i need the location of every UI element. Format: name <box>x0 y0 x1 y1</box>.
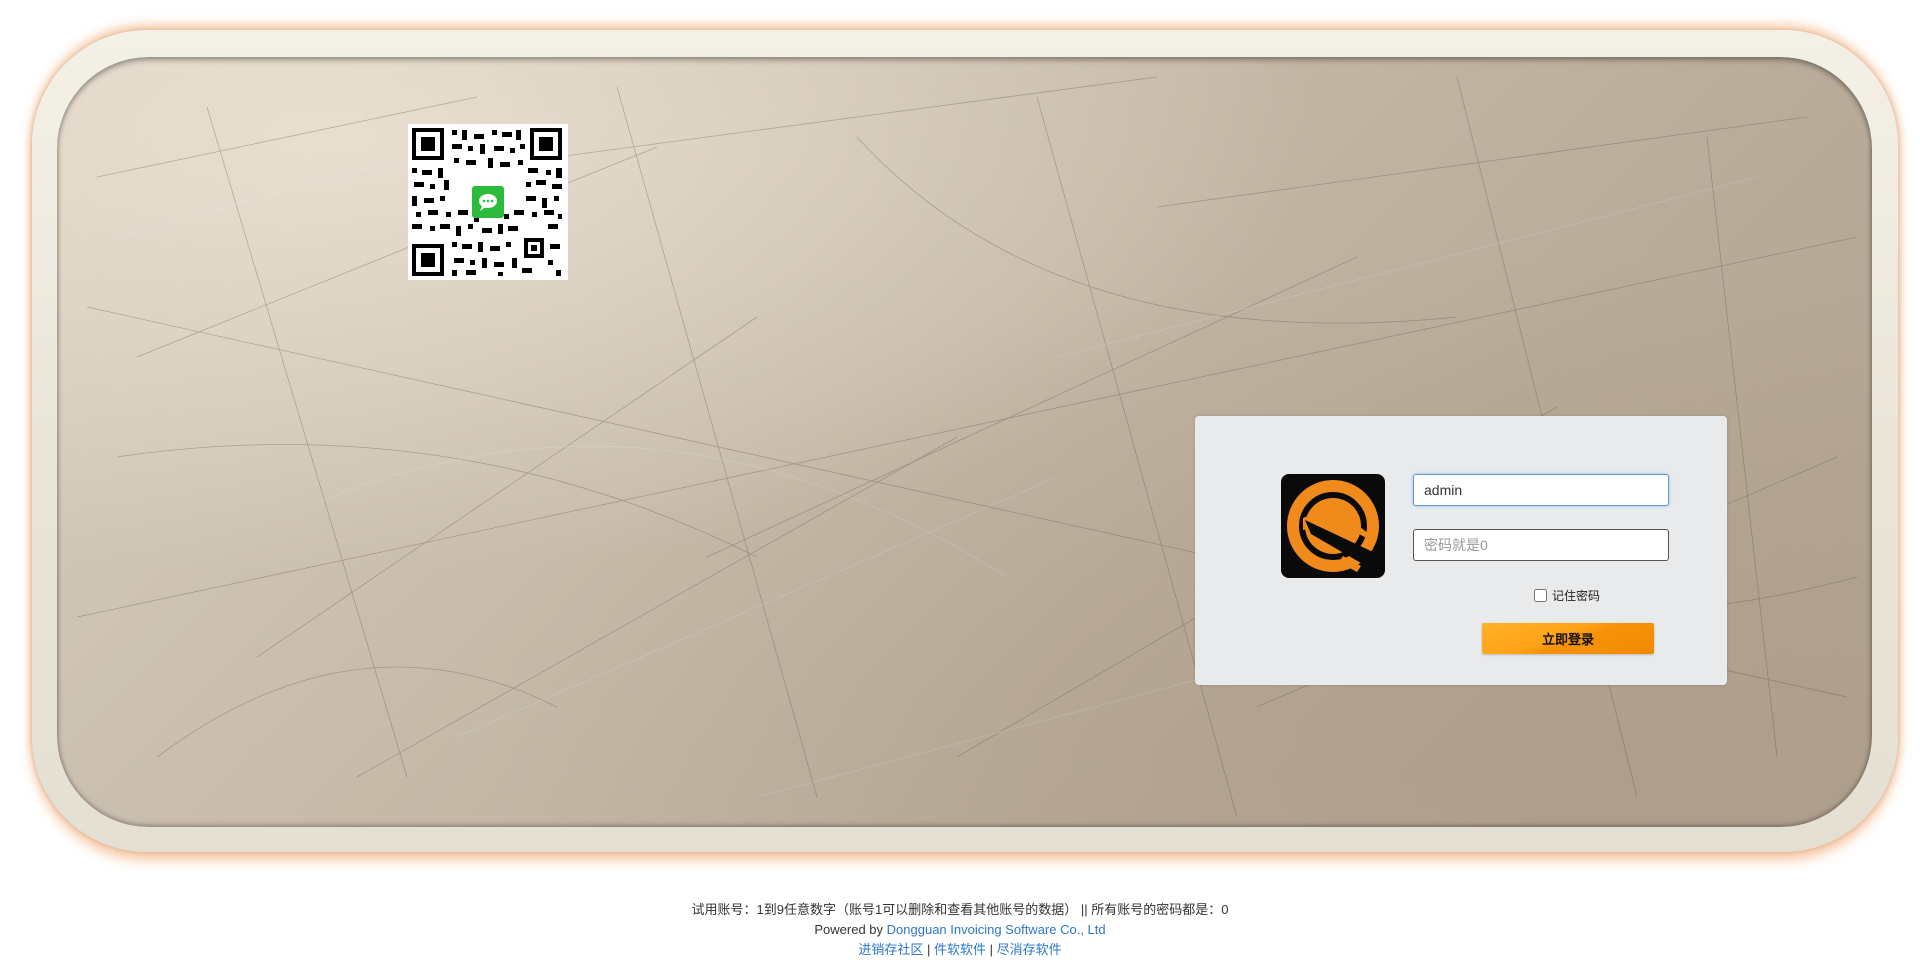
footer-link-community[interactable]: 进销存社区 <box>858 942 923 957</box>
password-input[interactable] <box>1413 529 1669 561</box>
footer: 试用账号：1到9任意数字（账号1可以删除和查看其他账号的数据） || 所有账号的… <box>0 900 1920 960</box>
trial-account-note: 试用账号：1到9任意数字（账号1可以删除和查看其他账号的数据） || 所有账号的… <box>691 902 1229 917</box>
company-logo-icon <box>1281 474 1385 578</box>
wechat-qr-code <box>408 124 568 280</box>
remember-password-checkbox[interactable] <box>1534 589 1547 602</box>
footer-link-inventory[interactable]: 尽消存软件 <box>997 942 1062 957</box>
company-link[interactable]: Dongguan Invoicing Software Co., Ltd <box>887 922 1106 937</box>
remember-password-label: 记住密码 <box>1552 589 1601 603</box>
footer-separator: | <box>926 942 931 957</box>
login-button[interactable]: 立即登录 <box>1482 623 1654 654</box>
login-panel: 记住密码 立即登录 <box>1195 416 1727 685</box>
footer-separator: | <box>989 942 994 957</box>
powered-by-line: Powered by Dongguan Invoicing Software C… <box>0 920 1920 940</box>
powered-by-label: Powered by <box>814 922 884 937</box>
remember-password[interactable]: 记住密码 <box>1534 587 1600 604</box>
footer-links: 进销存社区 | 件软软件 | 尽消存软件 <box>0 940 1920 960</box>
login-page: 记住密码 立即登录 试用账号：1到9任意数字（账号1可以删除和查看其他账号的数据… <box>0 0 1920 979</box>
footer-link-software[interactable]: 件软软件 <box>934 942 986 957</box>
qr-code-icon <box>408 124 568 280</box>
username-input[interactable] <box>1413 474 1669 506</box>
